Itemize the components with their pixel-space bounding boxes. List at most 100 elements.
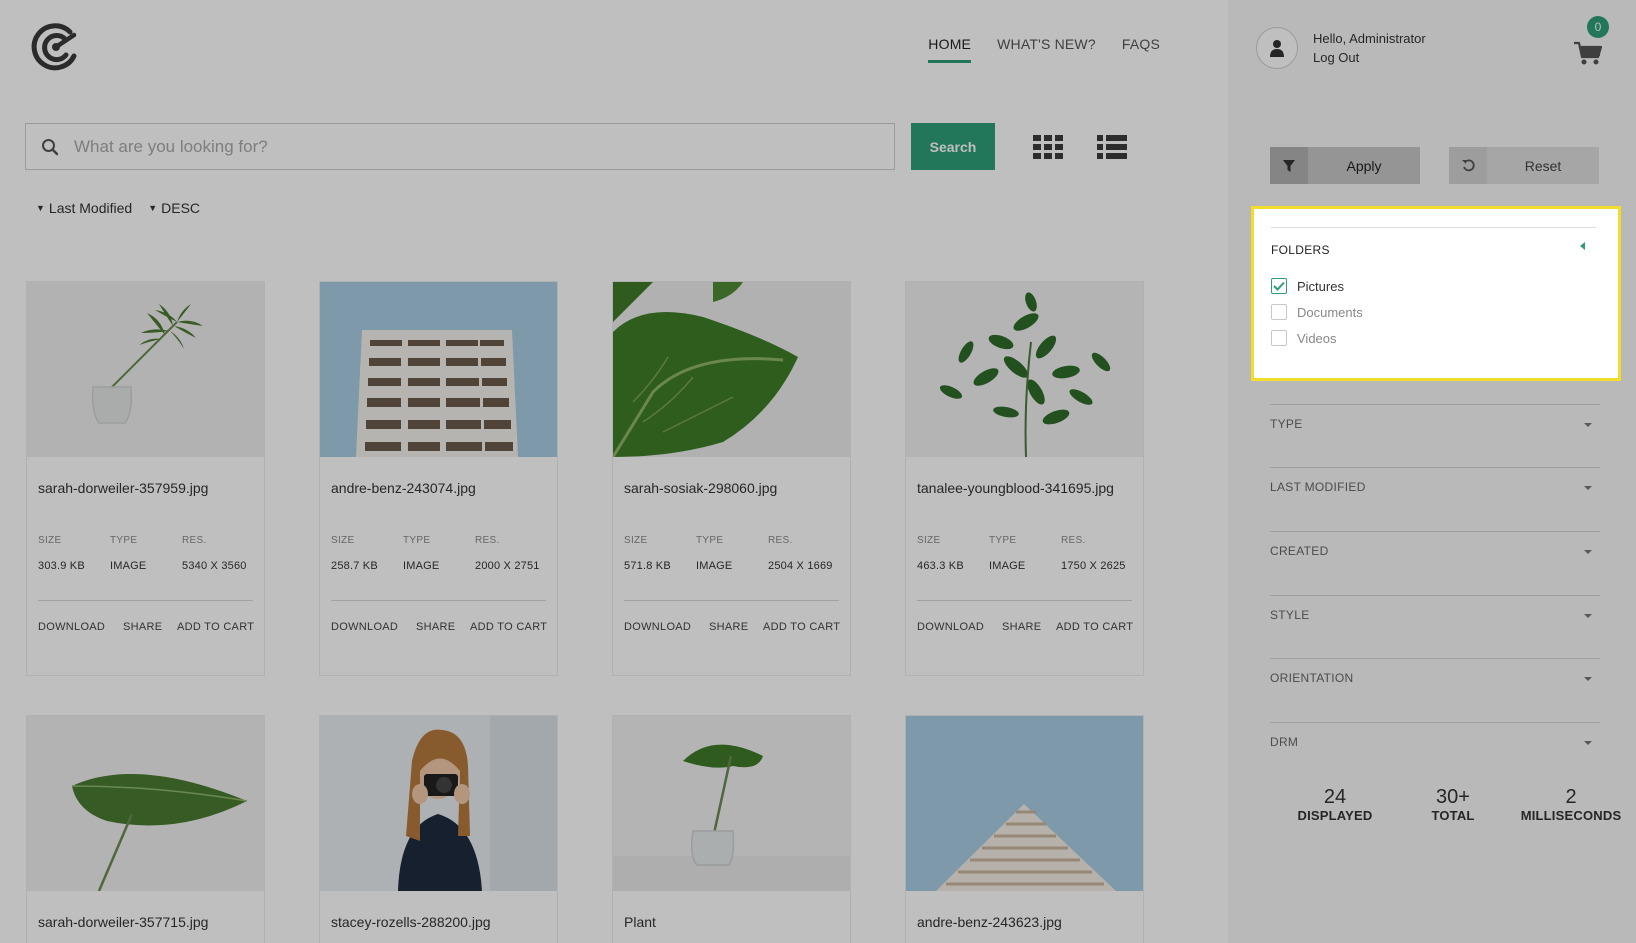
reset-icon [1449, 147, 1487, 184]
logo-icon[interactable] [30, 22, 82, 74]
search-button[interactable]: Search [911, 123, 995, 170]
add-to-cart-link[interactable]: ADD TO CART [177, 621, 254, 633]
asset-filename[interactable]: tanalee-youngblood-341695.jpg [917, 480, 1114, 496]
folder-option-videos[interactable]: Videos [1271, 330, 1337, 346]
size-label: SIZE [917, 535, 941, 546]
asset-card[interactable]: stacey-rozells-288200.jpg [320, 716, 557, 943]
nav-home[interactable]: HOME [928, 36, 972, 63]
asset-filename[interactable]: stacey-rozells-288200.jpg [331, 914, 491, 930]
share-link[interactable]: SHARE [123, 621, 162, 633]
checkbox[interactable] [1271, 330, 1287, 346]
caret-down-icon: ▼ [36, 203, 45, 213]
folder-label: Documents [1297, 304, 1363, 320]
stat-value: 2 [1565, 786, 1577, 808]
filter-section-created[interactable]: CREATED [1270, 531, 1600, 593]
reset-filters-button[interactable]: Reset [1449, 147, 1599, 184]
download-link[interactable]: DOWNLOAD [624, 621, 691, 633]
res-label: RES. [1061, 535, 1086, 546]
asset-filename[interactable]: andre-benz-243623.jpg [917, 914, 1062, 930]
download-link[interactable]: DOWNLOAD [331, 621, 398, 633]
share-link[interactable]: SHARE [416, 621, 455, 633]
filter-label: LAST MODIFIED [1270, 480, 1366, 494]
top-nav: HOME WHAT'S NEW? FAQS [928, 36, 1160, 63]
main-content: HOME WHAT'S NEW? FAQS Search ▼Last Modif… [0, 0, 1228, 943]
folder-label: Pictures [1297, 278, 1344, 294]
asset-filename[interactable]: sarah-sosiak-298060.jpg [624, 480, 777, 496]
sort-field-dropdown[interactable]: ▼ Last Modified [36, 200, 132, 216]
asset-thumbnail[interactable] [27, 716, 264, 891]
asset-card[interactable]: andre-benz-243623.jpg [906, 716, 1143, 943]
asset-thumbnail[interactable] [320, 716, 557, 891]
cart-count-badge: 0 [1587, 16, 1609, 38]
stat-label: TOTAL [1431, 808, 1475, 823]
logout-link[interactable]: Log Out [1313, 48, 1426, 67]
res-label: RES. [475, 535, 500, 546]
cart-icon[interactable] [1573, 40, 1603, 66]
checkbox-checked[interactable] [1271, 278, 1287, 294]
asset-thumbnail[interactable] [906, 716, 1143, 891]
asset-card[interactable]: tanalee-youngblood-341695.jpg SIZE TYPE … [906, 282, 1143, 675]
stat-displayed: 24 DISPLAYED [1275, 786, 1395, 823]
filter-section-drm[interactable]: DRM [1270, 722, 1600, 762]
folders-title: FOLDERS [1271, 243, 1330, 257]
asset-card[interactable]: sarah-sosiak-298060.jpg SIZE TYPE RES. 5… [613, 282, 850, 675]
caret-down-icon: ▼ [148, 203, 158, 213]
size-value: 571.8 KB [624, 560, 671, 572]
stat-milliseconds: 2 MILLISECONDS [1511, 786, 1631, 823]
asset-thumbnail[interactable] [613, 282, 850, 457]
stat-label: MILLISECONDS [1520, 808, 1622, 823]
asset-filename[interactable]: andre-benz-243074.jpg [331, 480, 476, 496]
apply-filters-button[interactable]: Apply [1270, 147, 1420, 184]
greeting-text: Hello, Administrator [1313, 31, 1426, 46]
filter-label: CREATED [1270, 544, 1329, 558]
type-label: TYPE [696, 535, 724, 546]
size-label: SIZE [624, 535, 648, 546]
size-label: SIZE [331, 535, 355, 546]
user-icon [1270, 40, 1284, 57]
res-value: 5340 X 3560 [182, 560, 247, 572]
asset-thumbnail[interactable] [27, 282, 264, 457]
user-avatar[interactable] [1256, 27, 1298, 69]
apply-label: Apply [1346, 157, 1382, 174]
checkbox[interactable] [1271, 304, 1287, 320]
filter-section-type[interactable]: TYPE [1270, 404, 1600, 466]
asset-thumbnail[interactable] [320, 282, 557, 457]
list-view-icon[interactable] [1097, 135, 1127, 159]
grid-view-icon[interactable] [1033, 135, 1063, 159]
asset-card[interactable]: sarah-dorweiler-357959.jpg SIZE TYPE RES… [27, 282, 264, 675]
filter-section-orientation[interactable]: ORIENTATION [1270, 658, 1600, 720]
asset-thumbnail[interactable] [906, 282, 1143, 457]
asset-filename[interactable]: sarah-dorweiler-357715.jpg [38, 914, 208, 930]
share-link[interactable]: SHARE [1002, 621, 1041, 633]
asset-filename[interactable]: sarah-dorweiler-357959.jpg [38, 480, 208, 496]
res-label: RES. [768, 535, 793, 546]
nav-whats-new[interactable]: WHAT'S NEW? [997, 36, 1096, 63]
search-icon [26, 138, 74, 156]
add-to-cart-link[interactable]: ADD TO CART [763, 621, 840, 633]
folder-option-pictures[interactable]: Pictures [1271, 278, 1344, 294]
add-to-cart-link[interactable]: ADD TO CART [1056, 621, 1133, 633]
stat-value: 24 [1323, 786, 1347, 808]
share-link[interactable]: SHARE [709, 621, 748, 633]
asset-card[interactable]: andre-benz-243074.jpg SIZE TYPE RES. 258… [320, 282, 557, 675]
sort-order-dropdown[interactable]: ▼ DESC [148, 200, 200, 216]
sort-controls: ▼ Last Modified ▼ DESC [36, 200, 200, 216]
filter-label: ORIENTATION [1270, 671, 1354, 685]
nav-faqs[interactable]: FAQS [1122, 36, 1160, 63]
chevron-down-icon [1584, 614, 1592, 618]
folder-option-documents[interactable]: Documents [1271, 304, 1363, 320]
download-link[interactable]: DOWNLOAD [917, 621, 984, 633]
filter-section-style[interactable]: STYLE [1270, 595, 1600, 657]
collapse-caret-icon[interactable] [1580, 242, 1585, 250]
filter-section-last-modified[interactable]: LAST MODIFIED [1270, 467, 1600, 529]
type-value: IMAGE [989, 560, 1026, 572]
add-to-cart-link[interactable]: ADD TO CART [470, 621, 547, 633]
asset-card[interactable]: sarah-dorweiler-357715.jpg [27, 716, 264, 943]
chevron-down-icon [1584, 550, 1592, 554]
download-link[interactable]: DOWNLOAD [38, 621, 105, 633]
asset-card[interactable]: Plant [613, 716, 850, 943]
asset-thumbnail[interactable] [613, 716, 850, 891]
asset-filename[interactable]: Plant [624, 914, 656, 930]
search-input[interactable] [74, 136, 894, 157]
filter-sidebar: Hello, Administrator Log Out 0 Apply Res… [1228, 0, 1636, 943]
